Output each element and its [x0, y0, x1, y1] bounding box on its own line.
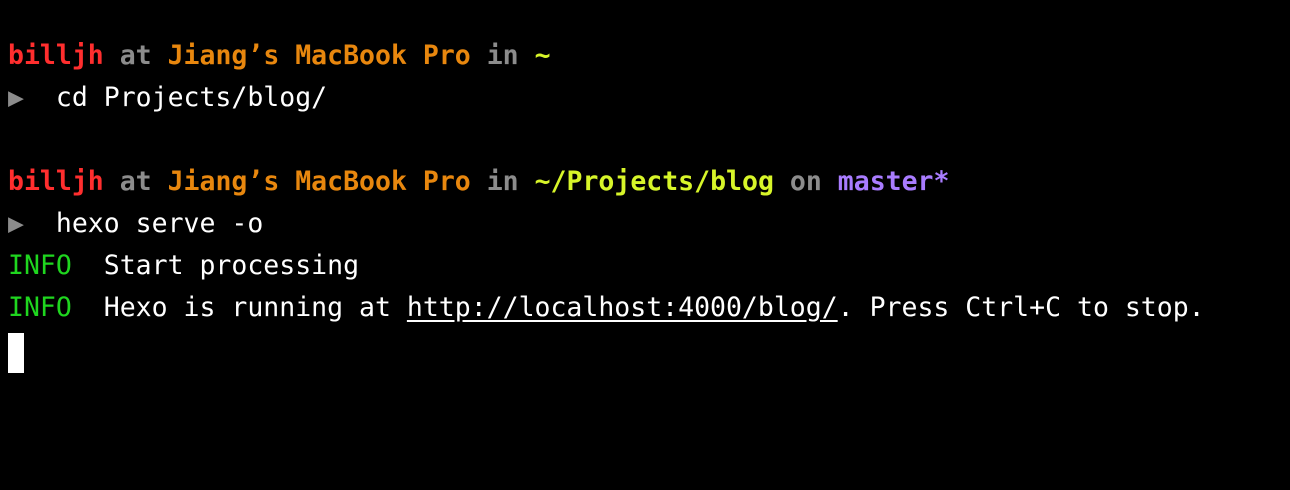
prompt-in: in	[486, 40, 519, 71]
prompt-on: on	[789, 166, 822, 197]
prompt-host: Jiang’s MacBook Pro	[167, 40, 471, 71]
log-level: INFO	[8, 250, 72, 281]
git-branch: master*	[837, 166, 950, 197]
prompt-arrow-icon: ▶	[8, 82, 24, 113]
prompt-line: billjh at Jiang’s MacBook Pro in ~	[8, 40, 551, 72]
prompt-arrow-icon: ▶	[8, 208, 24, 239]
output-line: INFO Hexo is running at http://localhost…	[8, 292, 1205, 324]
prompt-line: billjh at Jiang’s MacBook Pro in ~/Proje…	[8, 166, 949, 198]
terminal-window[interactable]: billjh at Jiang’s MacBook Pro in ~ ▶ cd …	[0, 0, 1290, 490]
prompt-user: billjh	[8, 166, 104, 197]
log-message: Start processing	[103, 250, 360, 281]
log-message-suffix: . Press Ctrl+C to stop.	[837, 292, 1205, 323]
command-text: hexo serve -o	[55, 208, 264, 239]
log-level: INFO	[8, 292, 72, 323]
prompt-user: billjh	[8, 40, 104, 71]
prompt-directory: ~/Projects/blog	[534, 166, 774, 197]
prompt-directory: ~	[534, 40, 551, 71]
output-line: INFO Start processing	[8, 250, 359, 282]
prompt-host: Jiang’s MacBook Pro	[167, 166, 471, 197]
log-message-prefix: Hexo is running at	[103, 292, 407, 323]
text-cursor	[8, 333, 24, 373]
prompt-in: in	[486, 166, 519, 197]
command-line: ▶ cd Projects/blog/	[8, 82, 327, 114]
prompt-at: at	[119, 40, 152, 71]
prompt-at: at	[119, 166, 152, 197]
server-url-link[interactable]: http://localhost:4000/blog/	[407, 292, 838, 323]
command-line: ▶ hexo serve -o	[8, 208, 263, 240]
command-text: cd Projects/blog/	[55, 82, 328, 113]
